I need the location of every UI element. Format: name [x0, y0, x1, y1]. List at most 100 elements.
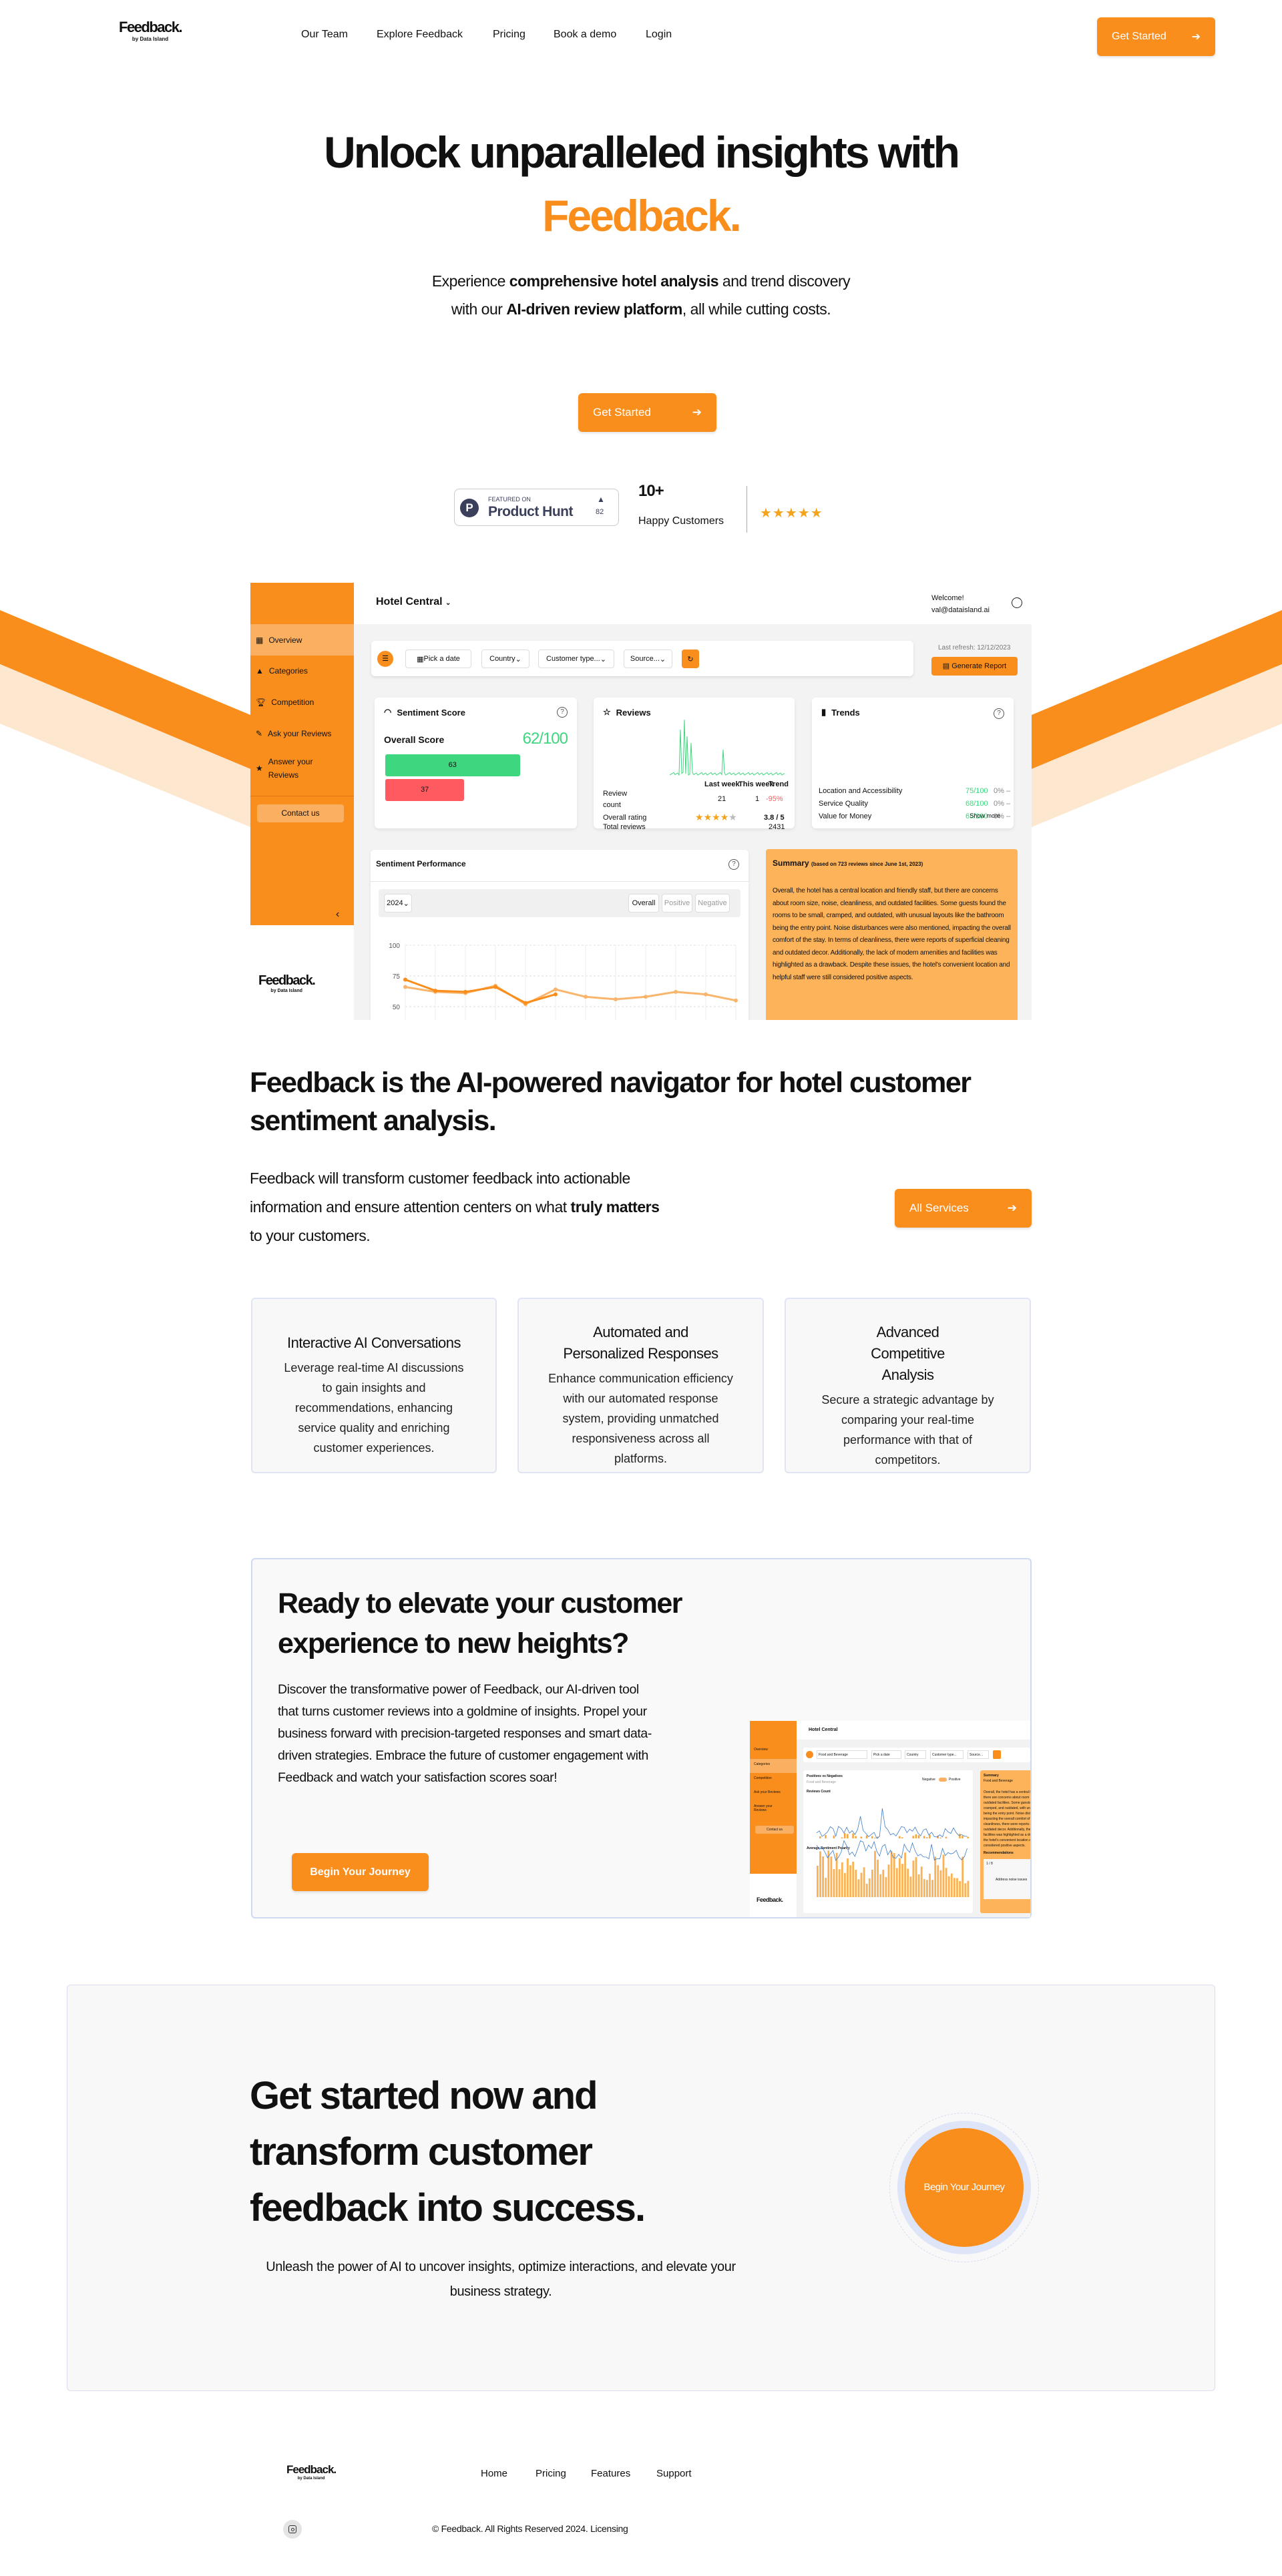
final-cta-description: Unleash the power of AI to uncover insig…	[266, 2260, 736, 2299]
help-icon[interactable]: ?	[557, 707, 568, 718]
generate-report-button[interactable]: ▤ Generate Report	[931, 657, 1018, 676]
bar	[907, 1868, 909, 1897]
bar	[825, 1878, 827, 1897]
star-icon: ★	[720, 812, 729, 822]
hero-title: Unlock unparalleled insights with	[324, 127, 960, 177]
nav-our-team[interactable]: Our Team	[301, 29, 348, 41]
bar	[825, 1834, 827, 1838]
help-icon[interactable]: ?	[728, 859, 739, 870]
rating-stars: ★★★★★	[760, 506, 823, 521]
data-point	[584, 995, 588, 999]
grid-icon: ▦	[256, 635, 264, 645]
sidebar-item-ask-reviews[interactable]: ✎ Ask your Reviews	[250, 726, 354, 742]
bar	[945, 1836, 947, 1838]
sidebar-item-answer-reviews[interactable]: ★ Answer your Reviews	[250, 755, 354, 782]
bar	[841, 1862, 843, 1897]
data-point	[403, 977, 407, 982]
trend-row: 68/100	[966, 800, 988, 808]
data-point	[704, 992, 708, 997]
nav-explore-feedback[interactable]: Explore Feedback	[377, 29, 463, 41]
final-begin-journey-button[interactable]: Begin Your Journey	[905, 2128, 1024, 2247]
bar	[899, 1858, 901, 1897]
hero-get-started-button[interactable]: Get Started ➔	[578, 393, 716, 432]
customer-type-select[interactable]: Customer type... ⌄	[538, 650, 614, 668]
dashboard-preview: ▦ Overview ▲ Categories 🏆︎ Competition ✎ Ask…	[250, 583, 1032, 1020]
sidebar-item-overview[interactable]: ▦ Overview	[250, 624, 354, 656]
hotel-selector[interactable]: Hotel Central ⌄	[376, 596, 451, 608]
tab-overall[interactable]: Overall	[628, 894, 659, 913]
all-services-button[interactable]: All Services ➔	[895, 1189, 1032, 1228]
footer-support[interactable]: Support	[656, 2468, 692, 2479]
bar	[899, 1836, 901, 1838]
gauge-icon: ◠	[384, 707, 392, 717]
trend-row: 0% –	[994, 787, 1011, 795]
feature-card: Automated and Personalized Responses Enha…	[517, 1298, 764, 1473]
calendar-icon: ▦	[417, 655, 424, 664]
bar	[950, 1873, 953, 1897]
bar	[860, 1872, 863, 1897]
nav-get-started-button[interactable]: Get Started ➔	[1097, 17, 1215, 56]
bar	[865, 1835, 868, 1838]
bar	[909, 1876, 912, 1897]
bar	[920, 1866, 923, 1897]
reviews-sparkline	[670, 719, 785, 776]
filter-settings-icon[interactable]: ☰	[377, 651, 393, 667]
begin-journey-button[interactable]: Begin Your Journey	[292, 1853, 429, 1891]
bar	[947, 1876, 950, 1897]
footer-pricing[interactable]: Pricing	[536, 2468, 566, 2479]
sentiment-performance-card: Sentiment Performance ? 2024 ⌄ Overall Po…	[371, 850, 749, 1020]
bar	[926, 1837, 928, 1838]
copyright: © Feedback. All Rights Reserved 2024. Li…	[432, 2523, 628, 2534]
bar	[931, 1880, 933, 1897]
customers-count: 10+	[638, 482, 664, 500]
footer-logo[interactable]: Feedback. by Data Island	[286, 2463, 337, 2481]
help-icon[interactable]: ?	[994, 708, 1004, 719]
bar	[901, 1864, 903, 1897]
upvote-icon: ▲	[597, 495, 605, 504]
bar	[917, 1835, 920, 1838]
bar	[819, 1851, 821, 1897]
bar	[852, 1861, 855, 1897]
user-avatar-icon[interactable]	[1012, 597, 1022, 608]
nav-pricing[interactable]: Pricing	[493, 29, 525, 41]
data-point	[493, 985, 497, 989]
dashboard-header: Hotel Central ⌄ Welcome! val@dataisland.a…	[354, 583, 1032, 624]
date-picker[interactable]: ▦ Pick a date	[405, 650, 471, 668]
nav-book-demo[interactable]: Book a demo	[554, 29, 616, 41]
data-point	[644, 995, 648, 999]
rating-stars: ★★★★★	[695, 812, 737, 823]
source-select[interactable]: Source... ⌄	[624, 650, 672, 668]
data-point	[523, 1001, 527, 1005]
contact-us-button[interactable]: Contact us	[257, 804, 344, 822]
nav-login[interactable]: Login	[646, 29, 672, 41]
tab-negative[interactable]: Negative	[695, 894, 730, 913]
toggle-switch[interactable]	[939, 1778, 947, 1782]
footer-home[interactable]: Home	[481, 2468, 507, 2479]
logo[interactable]: Feedback. by Data Island	[119, 19, 183, 42]
reset-icon[interactable]: ↻	[682, 650, 699, 668]
data-point	[554, 992, 558, 997]
tab-positive[interactable]: Positive	[662, 894, 692, 913]
instagram-icon[interactable]	[283, 2520, 302, 2539]
licensing-link[interactable]: Licensing	[590, 2523, 628, 2534]
bar	[926, 1880, 928, 1897]
sidebar-item-competition[interactable]: 🏆︎ Competition	[250, 694, 354, 710]
bar	[967, 1836, 969, 1838]
data-point	[433, 989, 437, 993]
country-select[interactable]: Country ⌄	[481, 650, 529, 668]
collapse-chevron-icon[interactable]: ‹	[336, 909, 339, 921]
year-select[interactable]: 2024 ⌄	[384, 894, 412, 913]
bar	[860, 1836, 863, 1838]
sidebar-item-categories[interactable]: ▲ Categories	[250, 663, 354, 679]
footer-features[interactable]: Features	[591, 2468, 630, 2479]
arrow-right-icon: ➔	[1007, 1202, 1017, 1214]
bar	[959, 1880, 961, 1897]
bar	[929, 1873, 931, 1897]
bar	[844, 1872, 846, 1897]
bar	[868, 1878, 871, 1897]
bar	[962, 1836, 964, 1838]
dashboard-categories-preview: Overview Categories Competition Ask your…	[750, 1721, 1030, 1917]
bar	[895, 1868, 898, 1897]
show-more-link[interactable]: Show more	[970, 812, 1000, 819]
product-hunt-badge[interactable]: P FEATURED ON Product Hunt ▲ 82	[454, 489, 619, 526]
